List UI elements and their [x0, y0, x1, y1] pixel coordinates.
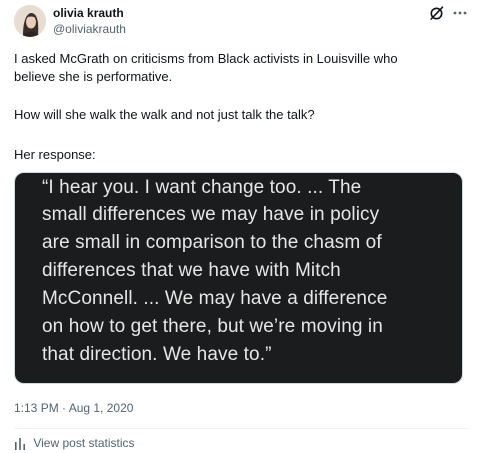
view-post-statistics-label: View post statistics — [33, 436, 135, 450]
quote-line: small differences we may have in policy — [42, 204, 380, 225]
quote-line: differences that we have with Mitch — [42, 260, 341, 281]
quote-line: “I hear you. I want change too. ... The — [42, 177, 362, 198]
view-post-statistics-link[interactable]: View post statistics — [14, 436, 135, 452]
divider — [14, 428, 469, 429]
tweet-card: olivia krauth @oliviakrauth I asked McGr… — [0, 0, 483, 450]
more-options-icon[interactable] — [451, 4, 469, 22]
quote-line: that direction. We have to.” — [42, 344, 272, 365]
post-timestamp[interactable]: 1:13 PM · Aug 1, 2020 — [14, 400, 133, 416]
tweet-text-line-1: I asked McGrath on criticisms from Black… — [14, 51, 398, 66]
grok-icon[interactable] — [428, 4, 446, 22]
quote-line: on how to get there, but we’re moving in — [42, 316, 383, 337]
tweet-text-line-2: believe she is performative. — [14, 69, 173, 84]
avatar[interactable] — [14, 5, 46, 37]
quote-line: are small in comparison to the chasm of — [42, 232, 382, 253]
tweet-text-response-label: Her response: — [14, 147, 96, 162]
author-name[interactable]: olivia krauth — [53, 5, 124, 21]
quote-line: McConnell. ... We may have a difference — [42, 288, 388, 309]
bar-chart-icon — [14, 436, 26, 450]
avatar-photo — [14, 5, 46, 37]
tweet-text-question: How will she walk the walk and not just … — [14, 107, 315, 122]
author-handle[interactable]: @oliviakrauth — [53, 21, 126, 37]
quote-image[interactable]: “I hear you. I want change too. ... The … — [14, 172, 463, 384]
